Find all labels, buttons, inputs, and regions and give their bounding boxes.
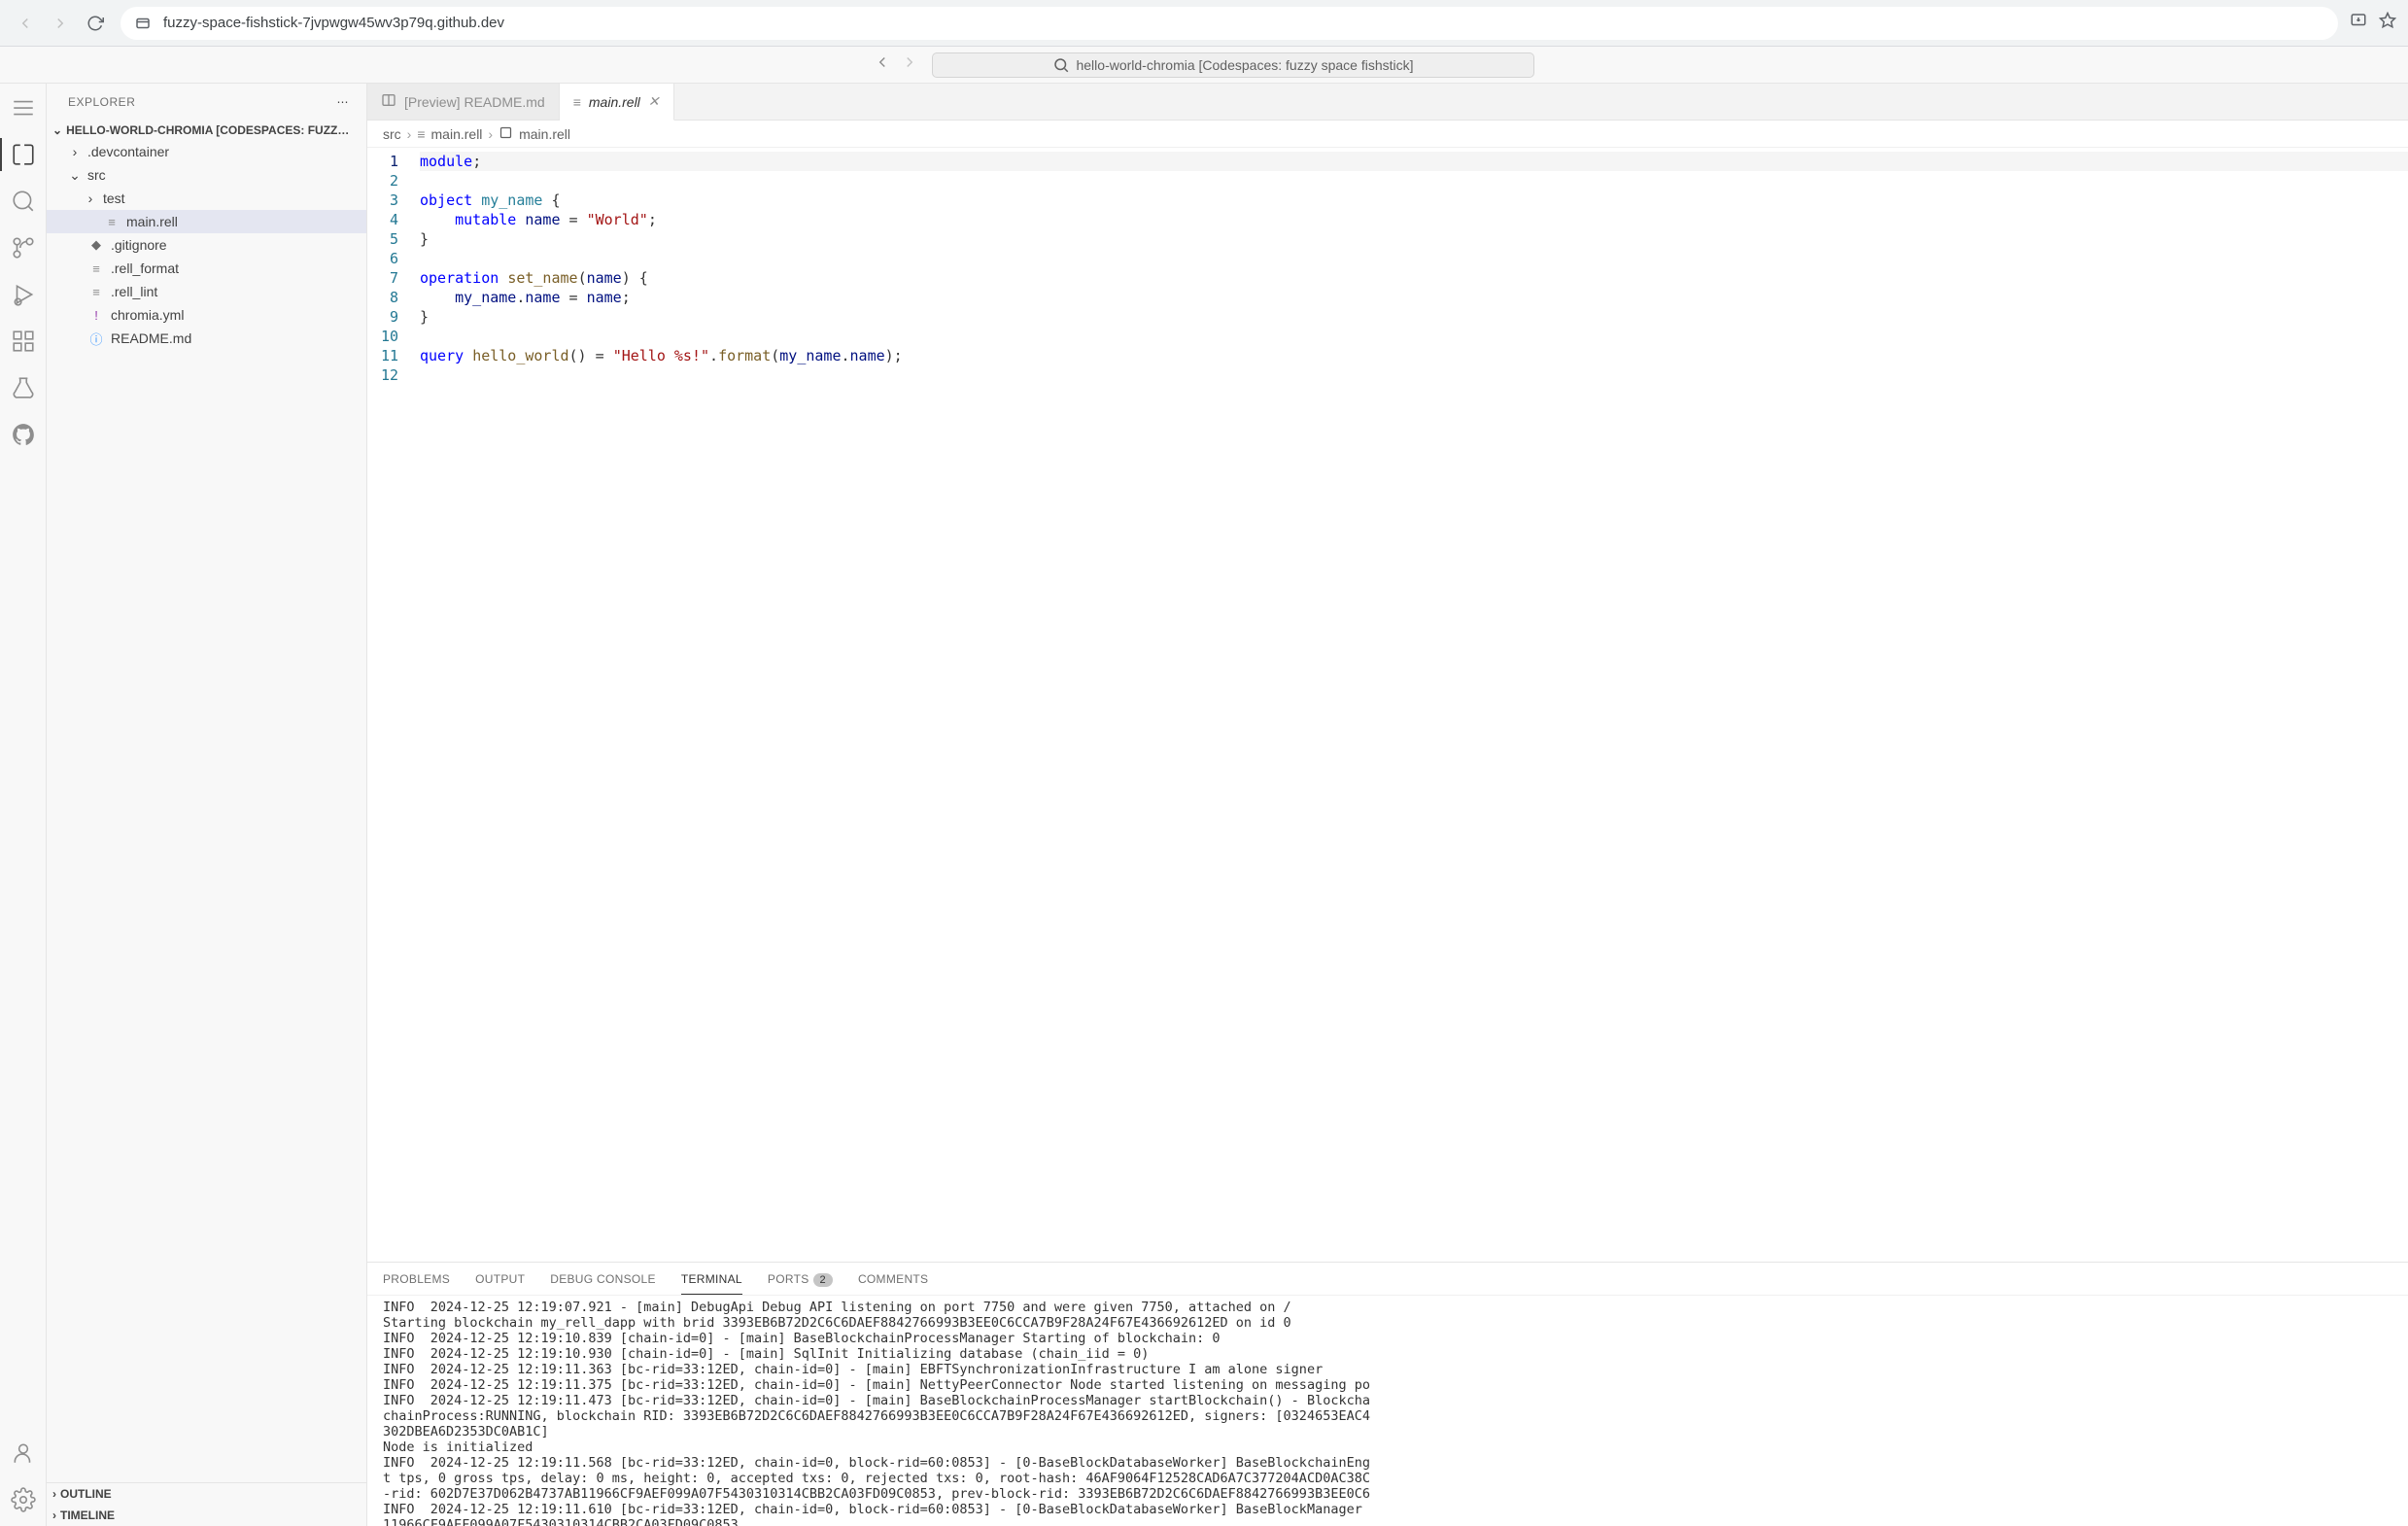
tree-folder-devcontainer[interactable]: ›.devcontainer [47,140,366,163]
breadcrumb-symbol[interactable]: main.rell [519,126,570,142]
search-activity-icon[interactable] [9,187,38,216]
chevron-right-icon: › [488,126,493,142]
source-control-icon[interactable] [9,233,38,262]
browser-forward-button[interactable] [47,10,74,37]
browser-reload-button[interactable] [82,10,109,37]
accounts-icon[interactable] [9,1439,38,1468]
forward-icon[interactable] [901,53,918,76]
tree-folder-test[interactable]: ›test [47,187,366,210]
file-icon: ≡ [573,94,581,110]
bottom-panel: PROBLEMS OUTPUT DEBUG CONSOLE TERMINAL P… [367,1262,2408,1526]
file-tree: ›.devcontainer ⌄src ›test ≡main.rell ◆.g… [47,140,366,1482]
panel-tab-debug[interactable]: DEBUG CONSOLE [550,1272,656,1286]
extensions-icon[interactable] [9,327,38,356]
browser-url-bar[interactable]: fuzzy-space-fishstick-7jvpwgw45wv3p79q.g… [120,7,2338,40]
back-icon[interactable] [874,53,891,76]
vscode-body: EXPLORER ⋯ ⌄ HELLO-WORLD-CHROMIA [CODESP… [0,84,2408,1526]
chevron-right-icon: › [407,126,412,142]
file-icon: ≡ [87,261,105,276]
folder-section-header[interactable]: ⌄ HELLO-WORLD-CHROMIA [CODESPACES: FUZZ… [47,121,366,140]
tree-file-readme[interactable]: ⓘREADME.md [47,327,366,350]
breadcrumbs[interactable]: src › ≡ main.rell › main.rell [367,121,2408,148]
panel-tab-output[interactable]: OUTPUT [475,1272,525,1286]
editor-area: [Preview] README.md ≡ main.rell ✕ src › … [367,84,2408,1526]
panel-tab-problems[interactable]: PROBLEMS [383,1272,450,1286]
timeline-section[interactable]: ›TIMELINE [47,1505,366,1526]
chevron-right-icon: › [52,1487,56,1501]
folder-title: HELLO-WORLD-CHROMIA [CODESPACES: FUZZ… [66,123,349,137]
breadcrumb-src[interactable]: src [383,126,401,142]
explorer-header: EXPLORER ⋯ [47,84,366,121]
panel-tabs: PROBLEMS OUTPUT DEBUG CONSOLE TERMINAL P… [367,1263,2408,1296]
chevron-right-icon: › [68,144,82,159]
close-icon[interactable]: ✕ [648,93,660,110]
command-center-search[interactable]: hello-world-chromia [Codespaces: fuzzy s… [932,52,1534,78]
gitignore-icon: ◆ [87,237,105,253]
vscode-root: hello-world-chromia [Codespaces: fuzzy s… [0,47,2408,1526]
code-content[interactable]: module; object my_name { mutable name = … [416,148,2408,1262]
chevron-down-icon: ⌄ [68,167,82,184]
explorer-icon[interactable] [9,140,38,169]
panel-tab-comments[interactable]: COMMENTS [858,1272,928,1286]
activity-bar [0,84,47,1526]
browser-toolbar: fuzzy-space-fishstick-7jvpwgw45wv3p79q.g… [0,0,2408,47]
testing-icon[interactable] [9,373,38,402]
browser-actions [2350,12,2396,34]
install-app-icon[interactable] [2350,12,2367,34]
outline-section[interactable]: ›OUTLINE [47,1483,366,1505]
panel-tab-ports[interactable]: PORTS2 [768,1272,833,1286]
chevron-down-icon: ⌄ [52,123,62,137]
github-icon[interactable] [9,420,38,449]
code-editor[interactable]: 1 2 3 4 5 6 7 8 9 10 11 12 module; objec… [367,148,2408,1262]
ports-badge: 2 [813,1273,833,1287]
vscode-titlebar: hello-world-chromia [Codespaces: fuzzy s… [0,47,2408,84]
browser-nav [12,10,109,37]
tree-file-gitignore[interactable]: ◆.gitignore [47,233,366,257]
chevron-right-icon: › [84,191,97,206]
explorer-bottom-sections: ›OUTLINE ›TIMELINE [47,1482,366,1526]
explorer-more-icon[interactable]: ⋯ [337,95,350,109]
symbol-icon [499,125,513,143]
search-text: hello-world-chromia [Codespaces: fuzzy s… [1076,57,1413,73]
browser-back-button[interactable] [12,10,39,37]
tab-label: main.rell [589,94,640,110]
tab-preview-readme[interactable]: [Preview] README.md [367,84,560,120]
explorer-sidebar: EXPLORER ⋯ ⌄ HELLO-WORLD-CHROMIA [CODESP… [47,84,367,1526]
chevron-right-icon: › [52,1509,56,1522]
tree-folder-src[interactable]: ⌄src [47,163,366,187]
terminal-output[interactable]: INFO 2024-12-25 12:19:07.921 - [main] De… [367,1296,2408,1526]
line-numbers: 1 2 3 4 5 6 7 8 9 10 11 12 [367,148,416,1262]
run-debug-icon[interactable] [9,280,38,309]
info-icon: ⓘ [87,329,105,348]
yaml-icon: ! [87,308,105,323]
breadcrumb-file[interactable]: main.rell [431,126,483,142]
search-icon [1052,56,1070,74]
preview-icon [381,92,396,111]
file-icon: ≡ [103,215,120,229]
url-text: fuzzy-space-fishstick-7jvpwgw45wv3p79q.g… [163,15,504,31]
settings-gear-icon[interactable] [9,1485,38,1514]
file-icon: ≡ [417,126,425,142]
tabs-bar: [Preview] README.md ≡ main.rell ✕ [367,84,2408,121]
tab-label: [Preview] README.md [404,94,545,110]
menu-icon[interactable] [9,93,38,122]
explorer-title: EXPLORER [68,95,135,109]
file-icon: ≡ [87,285,105,299]
tree-file-rell-format[interactable]: ≡.rell_format [47,257,366,280]
tree-file-main-rell[interactable]: ≡main.rell [47,210,366,233]
panel-tab-terminal[interactable]: TERMINAL [681,1272,742,1295]
tree-file-rell-lint[interactable]: ≡.rell_lint [47,280,366,303]
bookmark-star-icon[interactable] [2379,12,2396,34]
site-settings-icon[interactable] [134,14,154,33]
tab-main-rell[interactable]: ≡ main.rell ✕ [560,84,674,121]
tree-file-chromia-yml[interactable]: !chromia.yml [47,303,366,327]
topbar-nav [874,53,918,76]
